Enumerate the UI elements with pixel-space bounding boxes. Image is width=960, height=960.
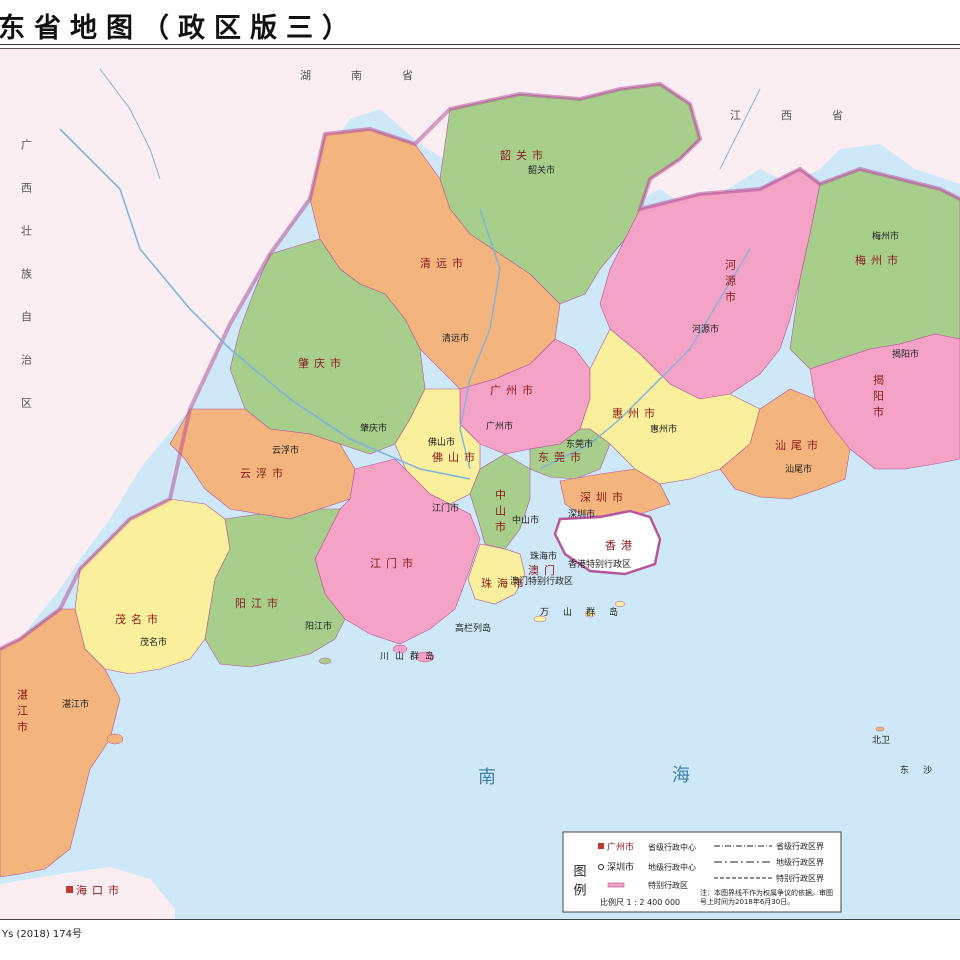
- neighbor-guangxi: 广西壮族自治区: [20, 139, 33, 440]
- label-macau-sar: 澳门特别行政区: [510, 575, 573, 587]
- seat-yangjiang: 阳江市: [305, 620, 332, 632]
- footer: Ys (2018) 174号: [0, 920, 960, 960]
- label-foshan: 佛山市: [432, 450, 480, 464]
- label-meizhou: 梅州市: [855, 253, 903, 267]
- label-jiangmen: 江门市: [370, 556, 418, 570]
- seat-meizhou: 梅州市: [872, 230, 899, 242]
- label-beiwei: 北卫: [872, 735, 890, 746]
- label-qingyuan: 清远市: [420, 256, 468, 270]
- label-zhongshan: 中山市: [494, 489, 507, 537]
- label-wanshan: 万山群岛: [540, 606, 632, 618]
- legend-scale: 比例尺 1 : 2 400 000: [600, 897, 680, 907]
- label-guangzhou: 广州市: [490, 383, 538, 397]
- seat-dongguan: 东莞市: [566, 438, 593, 450]
- label-heyuan: 河源市: [724, 259, 737, 307]
- neighbor-jiangxi: 江西省: [730, 109, 883, 122]
- label-jieyang: 揭阳市: [872, 373, 885, 422]
- label-macau: 澳门: [528, 563, 560, 577]
- label-shenzhen: 深圳市: [580, 490, 628, 504]
- approval-number: Ys (2018) 174号: [2, 929, 83, 940]
- label-sea-hai: 海: [672, 765, 690, 786]
- seat-qingyuan: 清远市: [442, 332, 469, 344]
- legend-capital-icon: [598, 843, 604, 849]
- legend-note: 注：本图界线不作为权属争议的依据。审图号上时间为2018年6月30日。: [700, 889, 833, 906]
- label-maoming: 茂名市: [115, 612, 163, 626]
- seat-shanwei: 汕尾市: [785, 463, 812, 475]
- seat-guangzhou: 广州市: [486, 420, 513, 432]
- seat-shenzhen: 深圳市: [568, 508, 595, 520]
- label-sea-south: 南: [478, 767, 496, 788]
- island: [106, 733, 124, 745]
- legend-heading: 图例: [571, 864, 587, 902]
- province-map[interactable]: 湖南省 江西省 广西壮族自治区 韶关市 韶关市 清远市 清远市 河源市 河源市 …: [0, 49, 960, 919]
- label-zhanjiang: 湛江市: [16, 689, 29, 737]
- seat-heyuan: 河源市: [692, 323, 719, 335]
- legend-text-2: 特别行政区: [648, 880, 688, 890]
- label-shanwei: 汕尾市: [775, 438, 823, 452]
- capital-marker-icon: [66, 886, 73, 893]
- legend-text-5: 特别行政区界: [776, 873, 824, 883]
- seat-zhongshan: 中山市: [512, 514, 539, 526]
- label-chuanshan: 川山群岛: [380, 650, 440, 662]
- label-haikou: 海口市: [76, 883, 124, 897]
- map-title: 东省地图（政区版三）: [0, 13, 358, 44]
- seat-jieyang: 揭阳市: [892, 348, 919, 360]
- legend-text-4: 地级行政区界: [776, 857, 824, 867]
- legend-sample-0: 广州市: [607, 841, 634, 853]
- island: [318, 657, 332, 665]
- seat-maoming: 茂名市: [140, 636, 167, 648]
- seat-zhaoqing: 肇庆市: [360, 422, 387, 434]
- title-bar: 东省地图（政区版三）: [0, 0, 960, 45]
- legend-text-0: 省级行政中心: [648, 842, 696, 852]
- seat-yunfu: 云浮市: [272, 444, 299, 456]
- island: [614, 601, 626, 607]
- seat-jiangmen: 江门市: [432, 502, 459, 514]
- legend-text-3: 省级行政区界: [776, 841, 824, 851]
- label-hongkong: 香港: [605, 539, 637, 552]
- label-zhaoqing: 肇庆市: [298, 356, 346, 370]
- seat-huizhou: 惠州市: [650, 423, 677, 435]
- label-hongkong-sar: 香港特别行政区: [568, 558, 631, 570]
- seat-foshan: 佛山市: [428, 436, 455, 448]
- seat-zhanjiang: 湛江市: [62, 698, 89, 710]
- legend-sample-1: 深圳市: [607, 861, 634, 873]
- neighbor-hunan: 湖南省: [300, 69, 453, 82]
- seat-shaoguan: 韶关市: [528, 164, 555, 176]
- label-dongsha: 东沙: [900, 764, 946, 776]
- label-shaoguan: 韶关市: [500, 148, 548, 162]
- label-dongguan: 东莞市: [538, 450, 586, 464]
- label-yangjiang: 阳江市: [235, 596, 283, 610]
- legend: 图例 广州市 省级行政中心 深圳市 地级行政中心 特别行政区 省级行政区界 地级…: [562, 831, 842, 913]
- label-gaolan: 高栏列岛: [455, 622, 491, 634]
- legend-text-1: 地级行政中心: [648, 862, 696, 872]
- legend-note-box: 注：本图界线不作为权属争议的依据。审图号上时间为2018年6月30日。: [700, 889, 833, 906]
- seat-zhuhai: 珠海市: [530, 550, 557, 562]
- label-yunfu: 云浮市: [240, 466, 288, 480]
- island: [875, 726, 885, 732]
- label-huizhou: 惠州市: [612, 406, 660, 420]
- map-frame[interactable]: 湖南省 江西省 广西壮族自治区 韶关市 韶关市 清远市 清远市 河源市 河源市 …: [0, 48, 960, 920]
- legend-sar-icon: [607, 882, 625, 888]
